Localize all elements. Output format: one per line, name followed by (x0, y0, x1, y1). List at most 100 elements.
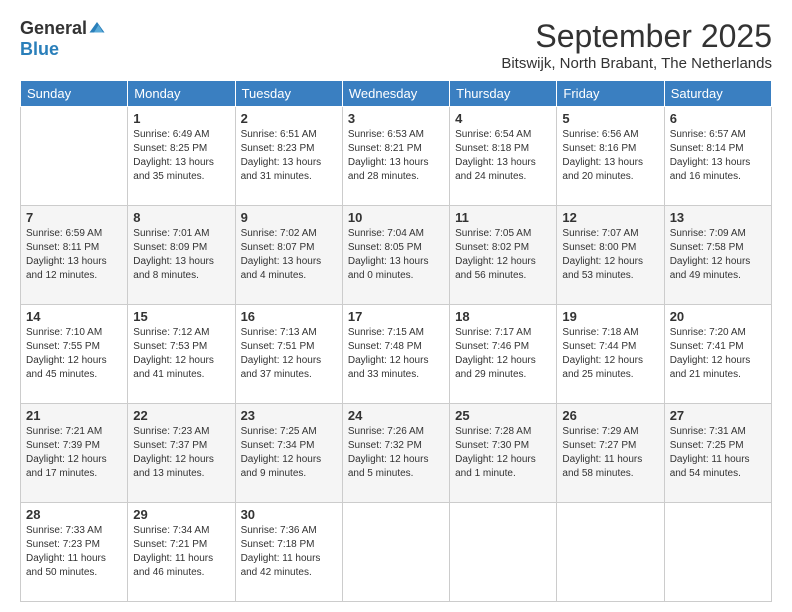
location: Bitswijk, North Brabant, The Netherlands (501, 55, 772, 72)
day-number: 26 (562, 408, 658, 423)
day-number: 9 (241, 210, 337, 225)
table-row (450, 503, 557, 602)
calendar-table: Sunday Monday Tuesday Wednesday Thursday… (20, 80, 772, 602)
table-row: 22 Sunrise: 7:23 AM Sunset: 7:37 PM Dayli… (128, 404, 235, 503)
table-row: 4 Sunrise: 6:54 AM Sunset: 8:18 PM Daylig… (450, 107, 557, 206)
table-row: 24 Sunrise: 7:26 AM Sunset: 7:32 PM Dayli… (342, 404, 449, 503)
table-row: 20 Sunrise: 7:20 AM Sunset: 7:41 PM Dayli… (664, 305, 771, 404)
day-info: Sunrise: 6:54 AM Sunset: 8:18 PM Dayligh… (455, 128, 551, 184)
table-row: 29 Sunrise: 7:34 AM Sunset: 7:21 PM Dayli… (128, 503, 235, 602)
day-info: Sunrise: 6:59 AM Sunset: 8:11 PM Dayligh… (26, 227, 122, 283)
table-row: 19Sunrise: 7:18 AM Sunset: 7:44 PM Dayli… (557, 305, 664, 404)
header-saturday: Saturday (664, 81, 771, 107)
day-number: 7 (26, 210, 122, 225)
day-number: 6 (670, 111, 766, 126)
day-info: Sunrise: 6:51 AM Sunset: 8:23 PM Dayligh… (241, 128, 337, 184)
day-info: Sunrise: 7:23 AM Sunset: 7:37 PM Dayligh… (133, 425, 229, 481)
day-number: 29 (133, 507, 229, 522)
day-info: Sunrise: 6:49 AM Sunset: 8:25 PM Dayligh… (133, 128, 229, 184)
day-info: Sunrise: 7:04 AM Sunset: 8:05 PM Dayligh… (348, 227, 444, 283)
day-number: 15 (133, 309, 229, 324)
day-info: Sunrise: 7:20 AM Sunset: 7:41 PM Dayligh… (670, 326, 766, 382)
table-row: 2 Sunrise: 6:51 AM Sunset: 8:23 PM Daylig… (235, 107, 342, 206)
table-row (557, 503, 664, 602)
table-row: 3Sunrise: 6:53 AM Sunset: 8:21 PM Daylig… (342, 107, 449, 206)
logo-blue-text: Blue (20, 39, 59, 60)
day-number: 1 (133, 111, 229, 126)
logo-icon (88, 19, 106, 37)
table-row: 27 Sunrise: 7:31 AM Sunset: 7:25 PM Dayli… (664, 404, 771, 503)
day-info: Sunrise: 7:07 AM Sunset: 8:00 PM Dayligh… (562, 227, 658, 283)
table-row: 23 Sunrise: 7:25 AM Sunset: 7:34 PM Dayli… (235, 404, 342, 503)
day-info: Sunrise: 7:13 AM Sunset: 7:51 PM Dayligh… (241, 326, 337, 382)
calendar-week-row: 28 Sunrise: 7:33 AM Sunset: 7:23 PM Dayli… (21, 503, 772, 602)
day-info: Sunrise: 7:21 AM Sunset: 7:39 PM Dayligh… (26, 425, 122, 481)
table-row: 16 Sunrise: 7:13 AM Sunset: 7:51 PM Dayli… (235, 305, 342, 404)
day-info: Sunrise: 7:17 AM Sunset: 7:46 PM Dayligh… (455, 326, 551, 382)
day-info: Sunrise: 7:05 AM Sunset: 8:02 PM Dayligh… (455, 227, 551, 283)
table-row: 30Sunrise: 7:36 AM Sunset: 7:18 PM Dayli… (235, 503, 342, 602)
table-row: 15 Sunrise: 7:12 AM Sunset: 7:53 PM Dayli… (128, 305, 235, 404)
day-info: Sunrise: 7:26 AM Sunset: 7:32 PM Dayligh… (348, 425, 444, 481)
table-row: 11 Sunrise: 7:05 AM Sunset: 8:02 PM Dayli… (450, 206, 557, 305)
day-info: Sunrise: 7:31 AM Sunset: 7:25 PM Dayligh… (670, 425, 766, 481)
header-wednesday: Wednesday (342, 81, 449, 107)
day-number: 16 (241, 309, 337, 324)
day-number: 11 (455, 210, 551, 225)
day-info: Sunrise: 7:33 AM Sunset: 7:23 PM Dayligh… (26, 524, 122, 580)
day-info: Sunrise: 7:10 AM Sunset: 7:55 PM Dayligh… (26, 326, 122, 382)
day-number: 24 (348, 408, 444, 423)
header-monday: Monday (128, 81, 235, 107)
day-info: Sunrise: 7:25 AM Sunset: 7:34 PM Dayligh… (241, 425, 337, 481)
header-friday: Friday (557, 81, 664, 107)
day-info: Sunrise: 7:29 AM Sunset: 7:27 PM Dayligh… (562, 425, 658, 481)
table-row: 9 Sunrise: 7:02 AM Sunset: 8:07 PM Daylig… (235, 206, 342, 305)
table-row: 1 Sunrise: 6:49 AM Sunset: 8:25 PM Daylig… (128, 107, 235, 206)
table-row: 28 Sunrise: 7:33 AM Sunset: 7:23 PM Dayli… (21, 503, 128, 602)
day-number: 28 (26, 507, 122, 522)
day-number: 2 (241, 111, 337, 126)
table-row: 25Sunrise: 7:28 AM Sunset: 7:30 PM Dayli… (450, 404, 557, 503)
day-info: Sunrise: 7:01 AM Sunset: 8:09 PM Dayligh… (133, 227, 229, 283)
table-row: 5 Sunrise: 6:56 AM Sunset: 8:16 PM Daylig… (557, 107, 664, 206)
day-number: 14 (26, 309, 122, 324)
header-thursday: Thursday (450, 81, 557, 107)
calendar-week-row: 1 Sunrise: 6:49 AM Sunset: 8:25 PM Daylig… (21, 107, 772, 206)
table-row: 17Sunrise: 7:15 AM Sunset: 7:48 PM Dayli… (342, 305, 449, 404)
calendar-header-row: Sunday Monday Tuesday Wednesday Thursday… (21, 81, 772, 107)
table-row: 18Sunrise: 7:17 AM Sunset: 7:46 PM Dayli… (450, 305, 557, 404)
table-row: 7 Sunrise: 6:59 AM Sunset: 8:11 PM Daylig… (21, 206, 128, 305)
table-row: 10 Sunrise: 7:04 AM Sunset: 8:05 PM Dayli… (342, 206, 449, 305)
day-number: 10 (348, 210, 444, 225)
day-info: Sunrise: 7:34 AM Sunset: 7:21 PM Dayligh… (133, 524, 229, 580)
day-number: 12 (562, 210, 658, 225)
page: General Blue September 2025 Bitswijk, No… (0, 0, 792, 612)
table-row: 13Sunrise: 7:09 AM Sunset: 7:58 PM Dayli… (664, 206, 771, 305)
day-info: Sunrise: 7:18 AM Sunset: 7:44 PM Dayligh… (562, 326, 658, 382)
day-info: Sunrise: 7:36 AM Sunset: 7:18 PM Dayligh… (241, 524, 337, 580)
header-sunday: Sunday (21, 81, 128, 107)
day-number: 5 (562, 111, 658, 126)
day-number: 4 (455, 111, 551, 126)
day-info: Sunrise: 7:02 AM Sunset: 8:07 PM Dayligh… (241, 227, 337, 283)
day-info: Sunrise: 7:09 AM Sunset: 7:58 PM Dayligh… (670, 227, 766, 283)
table-row: 8Sunrise: 7:01 AM Sunset: 8:09 PM Daylig… (128, 206, 235, 305)
day-number: 22 (133, 408, 229, 423)
day-number: 27 (670, 408, 766, 423)
table-row: 21 Sunrise: 7:21 AM Sunset: 7:39 PM Dayli… (21, 404, 128, 503)
calendar-week-row: 21 Sunrise: 7:21 AM Sunset: 7:39 PM Dayli… (21, 404, 772, 503)
day-info: Sunrise: 6:53 AM Sunset: 8:21 PM Dayligh… (348, 128, 444, 184)
table-row (21, 107, 128, 206)
day-number: 23 (241, 408, 337, 423)
day-info: Sunrise: 7:12 AM Sunset: 7:53 PM Dayligh… (133, 326, 229, 382)
calendar-week-row: 14 Sunrise: 7:10 AM Sunset: 7:55 PM Dayli… (21, 305, 772, 404)
table-row: 12 Sunrise: 7:07 AM Sunset: 8:00 PM Dayli… (557, 206, 664, 305)
day-number: 20 (670, 309, 766, 324)
day-number: 17 (348, 309, 444, 324)
title-area: September 2025 Bitswijk, North Brabant, … (501, 18, 772, 72)
header: General Blue September 2025 Bitswijk, No… (20, 18, 772, 72)
day-info: Sunrise: 6:56 AM Sunset: 8:16 PM Dayligh… (562, 128, 658, 184)
table-row (664, 503, 771, 602)
day-number: 21 (26, 408, 122, 423)
logo: General Blue (20, 18, 106, 60)
